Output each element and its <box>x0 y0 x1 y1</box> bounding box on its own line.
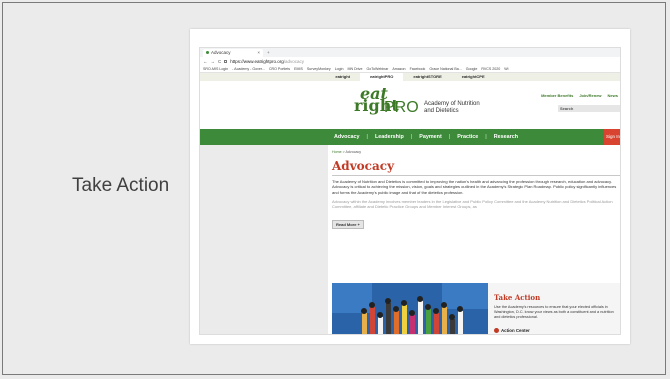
nav-divider: | <box>448 134 451 140</box>
nav-item-leadership[interactable]: Leadership <box>375 134 404 140</box>
reload-icon[interactable]: C <box>218 59 221 64</box>
breadcrumb-home[interactable]: Home <box>332 150 342 154</box>
action-center-link[interactable]: Action Center <box>494 328 530 333</box>
bookmark-item[interactable]: Login <box>335 67 344 71</box>
second-paragraph: Advocacy within the Academy involves mem… <box>332 198 613 210</box>
breadcrumb: Home > Advocacy <box>332 150 620 154</box>
site-tab-eatrightpro[interactable]: eatrightPRO <box>360 73 404 81</box>
take-action-feature: Take Action Use the Academy's resources … <box>332 283 620 334</box>
left-margin <box>200 145 328 334</box>
tab-close-icon[interactable]: × <box>257 50 260 55</box>
browser-tab[interactable]: Advocacy × <box>203 48 263 57</box>
bookmark-item[interactable]: Google <box>466 67 478 71</box>
url-host: https://www.eatrightpro.org <box>230 58 284 64</box>
lock-icon <box>224 59 228 63</box>
browser-tabbar: Advocacy × + <box>200 48 620 57</box>
bookmark-item[interactable]: EMIS <box>294 67 303 71</box>
page-body: Home > Advocacy Advocacy The Academy of … <box>200 145 620 334</box>
url-field[interactable]: https://www.eatrightpro.org/advocacy <box>230 59 304 64</box>
breadcrumb-separator: > <box>342 150 345 154</box>
read-more-button[interactable]: Read More + <box>332 220 364 230</box>
nav-divider: | <box>366 134 368 140</box>
utility-links: Member Benefits Join/Renew News <box>541 93 618 98</box>
sign-in-button[interactable]: Sign In <box>604 129 620 145</box>
bookmark-item[interactable]: Grace National Ba... <box>429 67 461 71</box>
nav-item-payment[interactable]: Payment <box>419 134 441 140</box>
main-content: Home > Advocacy Advocacy The Academy of … <box>332 145 620 334</box>
slide-title: Take Action <box>72 175 170 196</box>
tab-label: Advocacy <box>211 50 231 55</box>
site-tab-eatright[interactable]: eatright <box>325 73 360 81</box>
back-icon[interactable]: ← <box>203 59 208 64</box>
academy-name: Academy of Nutrition and Dietetics <box>424 101 480 114</box>
main-nav: Advocacy | Leadership | Payment | Practi… <box>200 129 620 145</box>
site-tab-eatrightcpe[interactable]: eatrightCPE <box>452 73 495 81</box>
tab-favicon-icon <box>206 51 209 54</box>
nav-item-practice[interactable]: Practice <box>457 134 478 140</box>
search-input[interactable]: Search <box>558 105 620 112</box>
bookmark-item[interactable]: GoToWebinar <box>366 67 388 71</box>
address-bar: ← → C https://www.eatrightpro.org/advoca… <box>200 57 620 65</box>
browser-window: Advocacy × + ← → C https://www.eatrightp… <box>199 47 621 335</box>
logo-pro: PRO <box>384 99 419 116</box>
take-action-text: Use the Academy's resources to ensure th… <box>494 305 614 319</box>
bookmark-item[interactable]: SRO-MIS Login <box>203 67 228 71</box>
bookmark-item[interactable]: - Academy - Gover... <box>232 67 265 71</box>
nav-item-advocacy[interactable]: Advocacy <box>334 134 359 140</box>
site-switcher: eatright eatrightPRO eatrightSTORE eatri… <box>200 73 620 81</box>
intro-paragraph: The Academy of Nutrition and Dietetics i… <box>332 179 617 195</box>
take-action-title: Take Action <box>494 293 541 302</box>
action-center-label: Action Center <box>501 328 530 333</box>
screenshot-frame: Advocacy × + ← → C https://www.eatrightp… <box>190 29 630 344</box>
link-news[interactable]: News <box>608 93 618 98</box>
bookmark-item[interactable]: Amazon <box>392 67 405 71</box>
bookmarks-bar: SRO-MIS Login - Academy - Gover... CRO P… <box>200 65 620 73</box>
site-header: eat right PRO Academy of Nutrition and D… <box>200 81 620 129</box>
bookmark-item[interactable]: MN Drive <box>347 67 362 71</box>
forward-icon[interactable]: → <box>211 59 216 64</box>
link-member-benefits[interactable]: Member Benefits <box>541 93 573 98</box>
bookmark-item[interactable]: Facebook <box>410 67 426 71</box>
bookmark-item[interactable]: CRO Portlets <box>269 67 290 71</box>
new-tab-icon[interactable]: + <box>267 50 270 55</box>
breadcrumb-current: Advocacy <box>345 150 362 154</box>
bookmark-item[interactable]: RVCS 2020 <box>481 67 500 71</box>
arrow-circle-icon <box>494 328 499 333</box>
nav-divider: | <box>410 134 413 140</box>
bookmark-item[interactable]: Wi <box>504 67 508 71</box>
nav-item-research[interactable]: Research <box>494 134 518 140</box>
bookmark-item[interactable]: SurveyMonkey <box>307 67 331 71</box>
raised-hands-image <box>332 283 488 334</box>
url-path: /advocacy <box>283 58 305 64</box>
site-tab-eatrightstore[interactable]: eatrightSTORE <box>403 73 451 81</box>
link-join-renew[interactable]: Join/Renew <box>579 93 601 98</box>
page-title: Advocacy <box>332 159 620 176</box>
nav-divider: | <box>485 134 487 140</box>
